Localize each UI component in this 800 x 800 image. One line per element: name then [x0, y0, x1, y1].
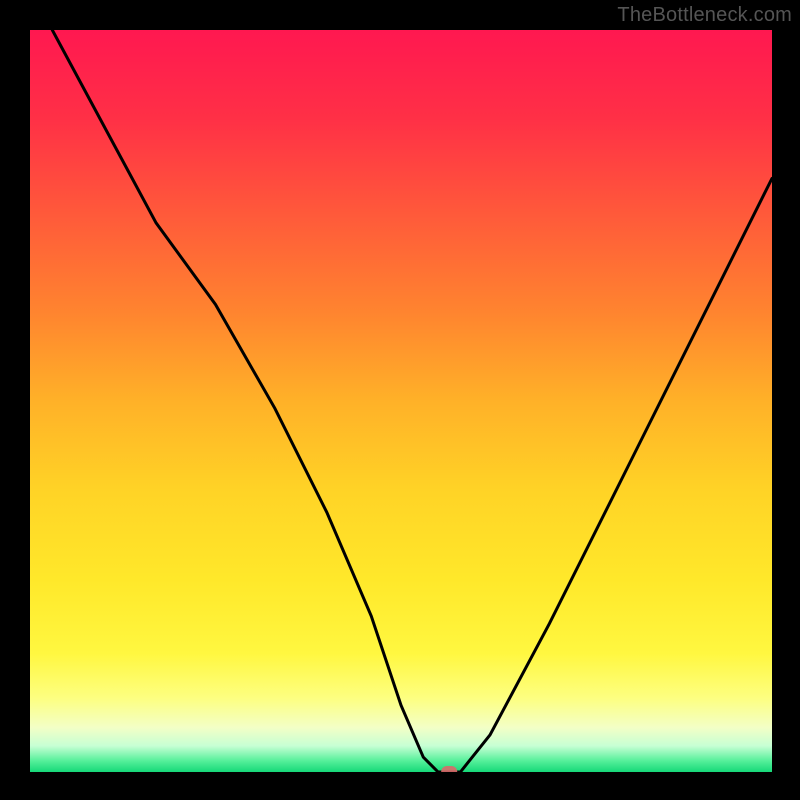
bottleneck-chart: [30, 30, 772, 772]
watermark-text: TheBottleneck.com: [617, 4, 792, 27]
plot-area: [30, 30, 772, 772]
chart-frame: TheBottleneck.com: [0, 0, 800, 800]
